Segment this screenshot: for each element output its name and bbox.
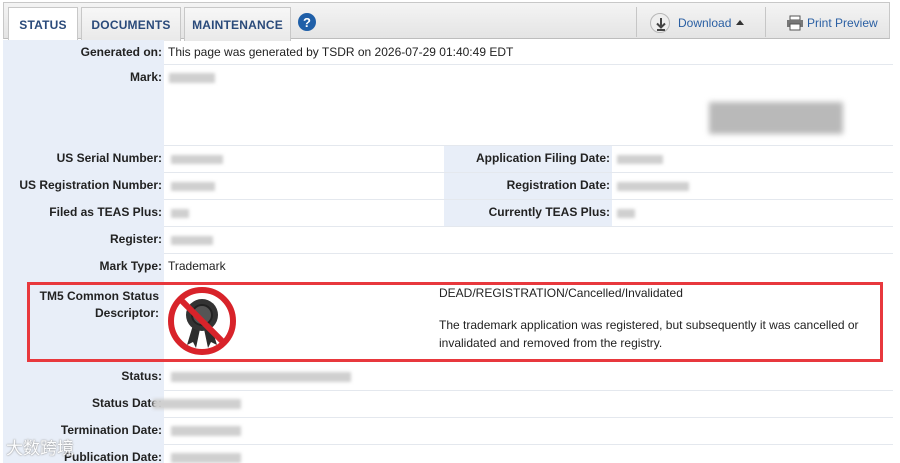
status-date-label: Status Date:	[3, 391, 164, 418]
print-preview-button[interactable]: Print Preview	[807, 16, 878, 30]
filing-date-value	[617, 155, 663, 164]
row-teas-plus: Filed as TEAS Plus: Currently TEAS Plus:	[3, 200, 893, 227]
download-button[interactable]: Download	[678, 16, 731, 30]
row-registration: US Registration Number: Registration Dat…	[3, 173, 893, 200]
mark-image	[709, 102, 843, 134]
caret-up-icon[interactable]	[736, 20, 744, 25]
serial-value	[171, 155, 223, 164]
tab-maintenance-label: MAINTENANCE	[192, 17, 283, 32]
mark-type-value: Trademark	[168, 259, 226, 273]
generated-on-value: This page was generated by TSDR on 2026-…	[168, 45, 514, 59]
tab-status[interactable]: STATUS	[8, 7, 78, 42]
tm5-highlight-box	[27, 282, 883, 362]
mark-type-label: Mark Type:	[3, 254, 164, 280]
currently-teas-label: Currently TEAS Plus:	[444, 200, 612, 227]
tab-documents[interactable]: DOCUMENTS	[81, 7, 181, 41]
row-termination: Termination Date:	[3, 418, 893, 445]
row-mark-type: Mark Type: Trademark	[3, 254, 893, 280]
row-serial: US Serial Number: Application Filing Dat…	[3, 146, 893, 173]
printer-icon[interactable]	[786, 15, 804, 34]
tab-documents-label: DOCUMENTS	[91, 17, 171, 32]
status-content: Generated on: This page was generated by…	[3, 40, 893, 463]
reg-date-label: Registration Date:	[444, 173, 612, 200]
status-value	[171, 372, 351, 382]
row-status-date: Status Date:	[3, 391, 893, 418]
row-register: Register:	[3, 227, 893, 254]
reg-number-label: US Registration Number:	[3, 173, 164, 200]
teas-plus-value	[171, 209, 189, 218]
tab-status-label: STATUS	[19, 18, 67, 32]
watermark-logo: 大数跨境	[6, 439, 74, 458]
mark-value	[169, 73, 215, 83]
reg-date-value	[617, 182, 689, 191]
row-status: Status:	[3, 364, 893, 391]
generated-on-label: Generated on:	[3, 40, 164, 65]
mark-label: Mark:	[3, 65, 164, 146]
tab-bar: STATUS DOCUMENTS MAINTENANCE ? Download …	[3, 2, 890, 42]
teas-plus-label: Filed as TEAS Plus:	[3, 200, 164, 227]
row-publication: Publication Date:	[3, 445, 893, 463]
toolbar-separator	[636, 7, 637, 37]
toolbar-separator	[765, 7, 766, 37]
register-label: Register:	[3, 227, 164, 254]
status-label: Status:	[3, 364, 164, 391]
filing-date-label: Application Filing Date:	[444, 146, 612, 173]
status-date-value	[153, 399, 241, 409]
download-arrow-icon[interactable]	[650, 13, 670, 33]
help-icon[interactable]: ?	[298, 13, 316, 31]
publication-value	[171, 453, 241, 463]
row-mark: Mark:	[3, 65, 893, 146]
row-generated-on: Generated on: This page was generated by…	[3, 40, 893, 65]
register-value	[171, 236, 213, 245]
tab-maintenance[interactable]: MAINTENANCE	[184, 7, 291, 41]
termination-value	[171, 426, 241, 436]
currently-teas-value	[617, 209, 635, 218]
reg-number-value	[171, 182, 215, 191]
serial-label: US Serial Number:	[3, 146, 164, 173]
